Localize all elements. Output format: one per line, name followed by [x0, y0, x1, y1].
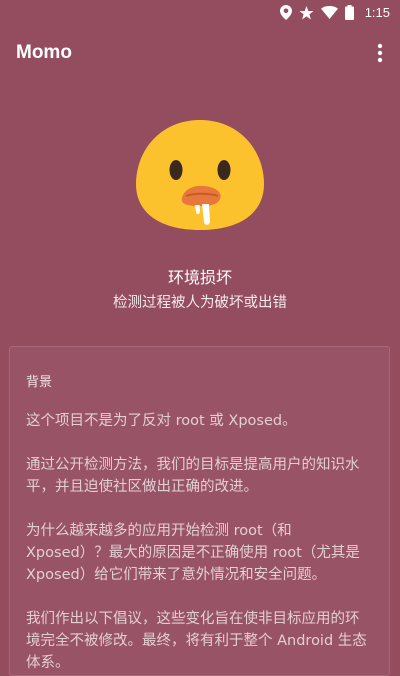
status-time: 1:15: [364, 5, 390, 20]
app-title: Momo: [16, 42, 72, 63]
star-icon: [299, 5, 314, 20]
battery-icon: [344, 5, 354, 20]
card-paragraph: 这个项目不是为了反对 root 或 Xposed。: [26, 413, 297, 429]
card-paragraph: 为什么越来越多的应用开始检测 root（和 Xposed）？最大的原因是不正确使…: [26, 523, 360, 583]
info-card: 背景 这个项目不是为了反对 root 或 Xposed。 通过公开检测方法，我们…: [9, 346, 390, 676]
status-title: 环境损坏: [167, 268, 232, 287]
app-bar: Momo: [0, 25, 400, 81]
card-paragraph: 通过公开检测方法，我们的目标是提高用户的知识水平，并且迫使社区做出正确的改进。: [26, 457, 360, 495]
card-heading: 背景: [26, 375, 53, 390]
card-paragraph: 我们作出以下倡议，这些变化旨在使非目标应用的环境完全不被修改。最终，将有利于整个…: [26, 611, 367, 671]
drooling-face-emoji: [132, 118, 268, 234]
more-vert-icon[interactable]: [368, 33, 392, 73]
status-subtitle: 检测过程被人为破坏或出错: [113, 295, 287, 311]
wifi-icon: [320, 6, 338, 19]
status-bar: 1:15: [0, 0, 400, 25]
location-icon: [279, 5, 292, 20]
